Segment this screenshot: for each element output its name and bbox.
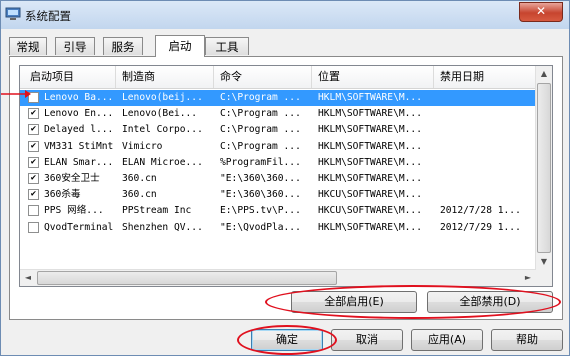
table-cell-location: HKLM\SOFTWARE\M... (318, 173, 422, 184)
startup-item-checkbox[interactable]: ✔ (28, 140, 39, 152)
table-cell-command: "E:\QvodPla... (220, 221, 301, 233)
table-cell-command: E:\PPS.tv\P... (220, 205, 301, 217)
table-cell-location: HKLM\SOFTWARE\M... (318, 108, 422, 120)
table-cell-maker: 360.cn (122, 189, 157, 201)
table-cell-date (440, 122, 536, 138)
vertical-scroll-thumb[interactable] (537, 83, 551, 253)
table-cell-maker: Shenzhen QV... (122, 221, 203, 233)
tab-services[interactable]: 服务 (103, 37, 143, 55)
startup-item-checkbox[interactable]: ✔ (28, 156, 39, 168)
table-cell-command: C:\Program ... (220, 124, 301, 136)
startup-item-checkbox[interactable] (28, 205, 39, 217)
column-header-command[interactable]: 命令 (214, 66, 312, 88)
enable-all-button[interactable]: 全部启用(E) (291, 291, 417, 313)
table-cell-item: Lenovo Ba... (44, 92, 114, 103)
table-cell-maker: Vimicro (122, 140, 163, 152)
table-cell-date (440, 90, 536, 106)
tab-tools[interactable]: 工具 (205, 37, 249, 55)
table-cell-location: HKLM\SOFTWARE\M... (318, 156, 422, 168)
help-button[interactable]: 帮助 (491, 329, 563, 351)
disable-all-button[interactable]: 全部禁用(D) (427, 291, 553, 313)
startup-item-checkbox[interactable]: ✔ (28, 124, 39, 136)
table-cell-item: 360杀毒 (44, 189, 81, 201)
table-row[interactable]: ✔ Delayed l... Intel Corpo... C:\Program ..… (20, 122, 536, 138)
apply-button[interactable]: 应用(A) (411, 329, 483, 351)
table-cell-maker: Lenovo(Bei... (122, 108, 198, 120)
scroll-right-icon[interactable]: ► (520, 270, 536, 286)
table-cell-item: QvodTerminal (44, 221, 114, 233)
table-cell-maker: Intel Corpo... (122, 124, 203, 136)
table-cell-maker: PPStream Inc (122, 205, 192, 217)
startup-list[interactable]: 启动项目 制造商 命令 位置 禁用日期 Lenovo Ba... Lenovo(b… (19, 65, 553, 287)
table-cell-location: HKCU\SOFTWARE\M... (318, 189, 422, 201)
startup-item-checkbox[interactable]: ✔ (28, 189, 39, 201)
table-row[interactable]: ✔ 360安全卫士 360.cn "E:\360\360... HKLM\SOFTWAR… (20, 171, 536, 187)
list-header: 启动项目 制造商 命令 位置 禁用日期 (20, 66, 552, 89)
window-title: 系统配置 (25, 9, 71, 23)
table-cell-item: 360安全卫士 (44, 173, 100, 184)
startup-item-checkbox[interactable]: ✔ (28, 173, 39, 184)
scroll-down-icon[interactable]: ▼ (536, 254, 552, 270)
table-row[interactable]: ✔ VM331 StiMnt Vimicro C:\Program ... HKLM\S… (20, 139, 536, 155)
table-row[interactable]: ✔ 360杀毒 360.cn "E:\360\360... HKCU\SOFTWARE\… (20, 187, 536, 203)
table-cell-date: 2012/7/28 1... (440, 205, 521, 217)
table-cell-date: 2012/7/29 1... (440, 221, 521, 233)
cancel-button[interactable]: 取消 (331, 329, 403, 351)
table-cell-item: PPS 网络... (44, 205, 104, 217)
column-header-disabled-date[interactable]: 禁用日期 (434, 66, 536, 88)
table-cell-location: HKLM\SOFTWARE\M... (318, 124, 422, 136)
table-cell-item: Lenovo En... (44, 108, 114, 120)
table-cell-command: C:\Program ... (220, 108, 301, 120)
table-row[interactable]: PPS 网络... PPStream Inc E:\PPS.tv\P... HKCU\… (20, 203, 536, 219)
system-config-window: 系统配置 ✕ 常规 引导 服务 启动 工具 启动项目 制造商 命令 位置 禁用日… (0, 0, 570, 356)
startup-item-checkbox[interactable]: ✔ (28, 108, 39, 120)
table-row[interactable]: ✔ ELAN Smar... ELAN Microe... %ProgramFil..… (20, 155, 536, 171)
startup-item-checkbox[interactable] (28, 221, 39, 233)
table-cell-date (440, 139, 536, 155)
table-cell-date (440, 187, 536, 203)
title-bar[interactable]: 系统配置 ✕ (1, 1, 569, 29)
column-header-manufacturer[interactable]: 制造商 (116, 66, 214, 88)
column-header-item[interactable]: 启动项目 (20, 66, 116, 88)
table-row[interactable]: QvodTerminal Shenzhen QV... "E:\QvodPla...… (20, 220, 536, 236)
vertical-scrollbar[interactable]: ▲ ▼ (535, 66, 552, 286)
tab-boot[interactable]: 引导 (55, 37, 95, 55)
table-cell-command: C:\Program ... (220, 92, 301, 103)
table-row[interactable]: ✔ Lenovo En... Lenovo(Bei... C:\Program ...… (20, 106, 536, 122)
table-cell-location: HKLM\SOFTWARE\M... (318, 92, 422, 103)
table-cell-command: "E:\360\360... (220, 173, 301, 184)
system-config-icon (5, 7, 21, 20)
table-cell-maker: 360.cn (122, 173, 157, 184)
scroll-left-icon[interactable]: ◄ (20, 270, 36, 286)
table-cell-location: HKLM\SOFTWARE\M... (318, 221, 422, 233)
table-cell-command: "E:\360\360... (220, 189, 301, 201)
table-cell-maker: Lenovo(beij... (122, 92, 203, 103)
horizontal-scroll-thumb[interactable] (37, 271, 337, 285)
ok-button[interactable]: 确定 (251, 329, 323, 351)
table-cell-item: ELAN Smar... (44, 156, 114, 168)
table-cell-location: HKCU\SOFTWARE\M... (318, 205, 422, 217)
table-cell-date (440, 155, 536, 171)
table-cell-maker: ELAN Microe... (122, 156, 203, 168)
annotation-arrow-icon (1, 90, 31, 98)
table-cell-command: %ProgramFil... (220, 156, 301, 168)
scroll-up-icon[interactable]: ▲ (536, 66, 552, 82)
column-header-location[interactable]: 位置 (312, 66, 434, 88)
tab-general[interactable]: 常规 (9, 37, 47, 55)
horizontal-scrollbar[interactable]: ◄ ► (20, 269, 536, 286)
table-cell-item: Delayed l... (44, 124, 114, 136)
table-cell-command: C:\Program ... (220, 140, 301, 152)
table-cell-item: VM331 StiMnt (44, 140, 114, 152)
table-row[interactable]: Lenovo Ba... Lenovo(beij... C:\Program ...… (20, 90, 536, 106)
table-cell-date (440, 171, 536, 187)
close-button[interactable]: ✕ (519, 2, 563, 22)
tab-startup[interactable]: 启动 (155, 35, 205, 57)
table-cell-date (440, 106, 536, 122)
table-cell-location: HKLM\SOFTWARE\M... (318, 140, 422, 152)
close-icon: ✕ (535, 4, 547, 18)
